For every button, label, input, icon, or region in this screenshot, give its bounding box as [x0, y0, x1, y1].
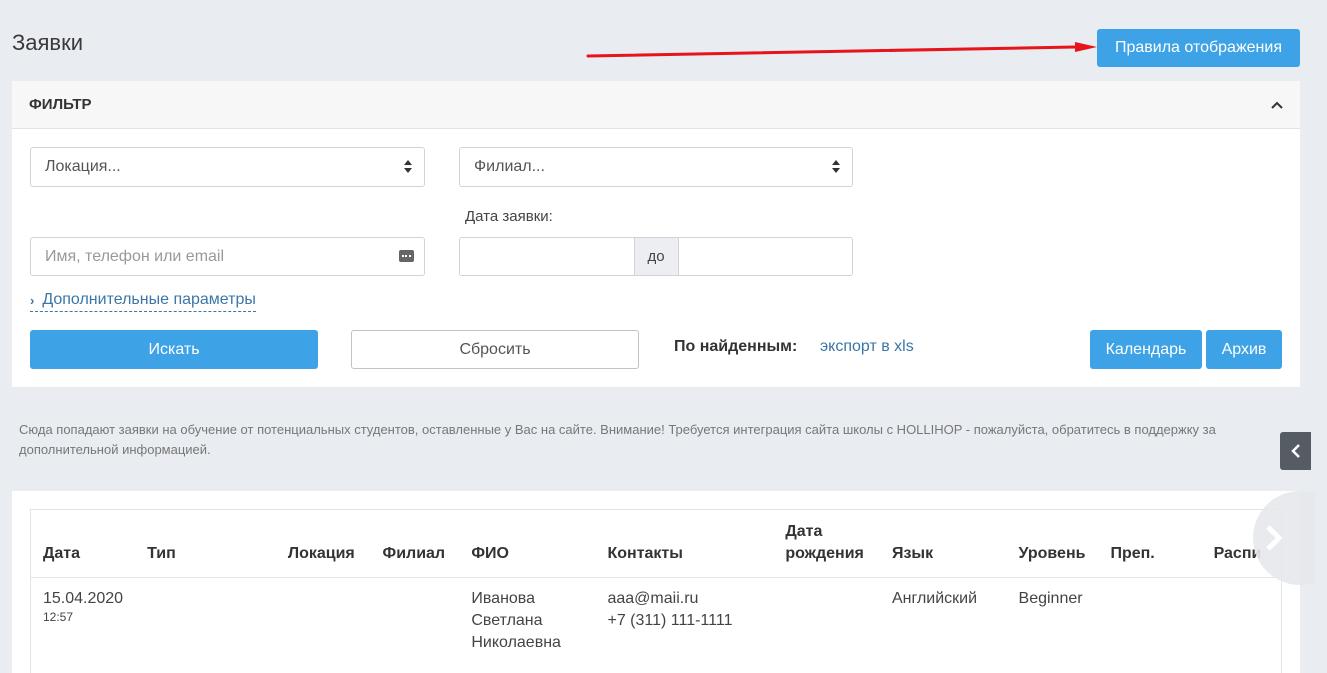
page-title: Заявки	[12, 30, 84, 55]
calendar-button[interactable]: Календарь	[1090, 330, 1202, 369]
branch-select-value: Филиал...	[474, 158, 545, 175]
column-header[interactable]: Филиал	[370, 510, 460, 578]
date-to-label: до	[633, 238, 679, 275]
column-header[interactable]: ФИО	[459, 510, 596, 578]
branch-select[interactable]: Филиал...	[459, 147, 853, 187]
search-button[interactable]: Искать	[30, 330, 318, 369]
page-scrollbar[interactable]	[1315, 0, 1327, 673]
date-from-input[interactable]	[460, 238, 634, 275]
select-arrows-icon	[404, 160, 412, 173]
cell-level: Beginner	[1018, 589, 1083, 607]
advanced-params-label: Дополнительные параметры	[42, 291, 256, 308]
table-header-row: Дата Тип Локация Филиал ФИО Контакты Дат…	[31, 510, 1281, 578]
search-input[interactable]: Имя, телефон или email	[30, 237, 425, 276]
cell-type	[135, 577, 276, 664]
filter-header[interactable]: ФИЛЬТР	[12, 81, 1300, 129]
cell-date: 15.04.2020 12:57	[31, 577, 135, 664]
cell-branch	[371, 577, 460, 664]
filter-panel: ФИЛЬТР Локация... Филиал... Дата заявки:…	[12, 81, 1300, 387]
found-label: По найденным:	[674, 338, 798, 355]
cell-location	[276, 577, 371, 664]
export-xls-link[interactable]: экспорт в xls	[820, 338, 914, 356]
search-input-placeholder: Имя, телефон или email	[45, 247, 225, 265]
chevron-left-icon	[1290, 444, 1300, 458]
location-select[interactable]: Локация...	[30, 147, 425, 187]
column-header[interactable]: Уровень	[1006, 510, 1099, 578]
cell-birth	[773, 577, 880, 664]
archive-button[interactable]: Архив	[1206, 330, 1282, 369]
location-select-value: Локация...	[45, 158, 121, 175]
info-text: Сюда попадают заявки на обучение от поте…	[19, 422, 1216, 457]
column-header[interactable]: Тип	[135, 510, 276, 578]
filter-title: ФИЛЬТР	[29, 96, 92, 113]
requests-table-panel: Дата Тип Локация Филиал ФИО Контакты Дат…	[12, 491, 1300, 673]
cell-contacts: aaa@maii.ru +7 (311) 111-1111	[595, 577, 773, 664]
keyboard-icon[interactable]	[399, 250, 414, 262]
column-header[interactable]: Преп.	[1098, 510, 1202, 578]
requests-table-wrap: Дата Тип Локация Филиал ФИО Контакты Дат…	[30, 509, 1282, 673]
column-header[interactable]: Дата	[31, 510, 136, 578]
date-to-input[interactable]	[678, 238, 852, 275]
date-label: Дата заявки:	[465, 208, 553, 225]
requests-table: Дата Тип Локация Филиал ФИО Контакты Дат…	[31, 510, 1281, 664]
advanced-params-link[interactable]: › Дополнительные параметры	[30, 291, 256, 312]
table-row[interactable]: 15.04.2020 12:57 Иванова Светлана Никола…	[31, 577, 1281, 664]
chevron-up-icon[interactable]	[1271, 98, 1283, 112]
contact-email: aaa@maii.ru	[607, 589, 699, 607]
reset-button[interactable]: Сбросить	[351, 330, 639, 369]
contact-phone: +7 (311) 111-1111	[607, 611, 733, 629]
column-header[interactable]: Язык	[879, 510, 1007, 578]
column-header[interactable]: Локация	[275, 510, 371, 578]
name-line: Николаевна	[471, 633, 561, 651]
cell-schedule	[1202, 577, 1281, 664]
chevron-right-icon: ›	[30, 292, 35, 308]
name-line: Светлана	[471, 611, 543, 629]
column-header[interactable]: Дата рождения	[773, 510, 880, 578]
name-line: Иванова	[471, 589, 536, 607]
cell-language: Английский	[891, 589, 978, 607]
date-range: до	[459, 237, 853, 276]
row-date: 15.04.2020	[43, 589, 124, 607]
cell-name: Иванова Светлана Николаевна	[459, 577, 595, 664]
annotation-arrow	[586, 42, 1097, 58]
column-header[interactable]: Контакты	[595, 510, 774, 578]
chevron-right-icon	[1266, 525, 1283, 551]
side-panel-toggle[interactable]	[1280, 432, 1311, 470]
select-arrows-icon	[832, 160, 840, 173]
cell-teacher	[1098, 577, 1201, 664]
display-rules-button[interactable]: Правила отображения	[1097, 29, 1300, 67]
row-time: 12:57	[43, 609, 74, 624]
